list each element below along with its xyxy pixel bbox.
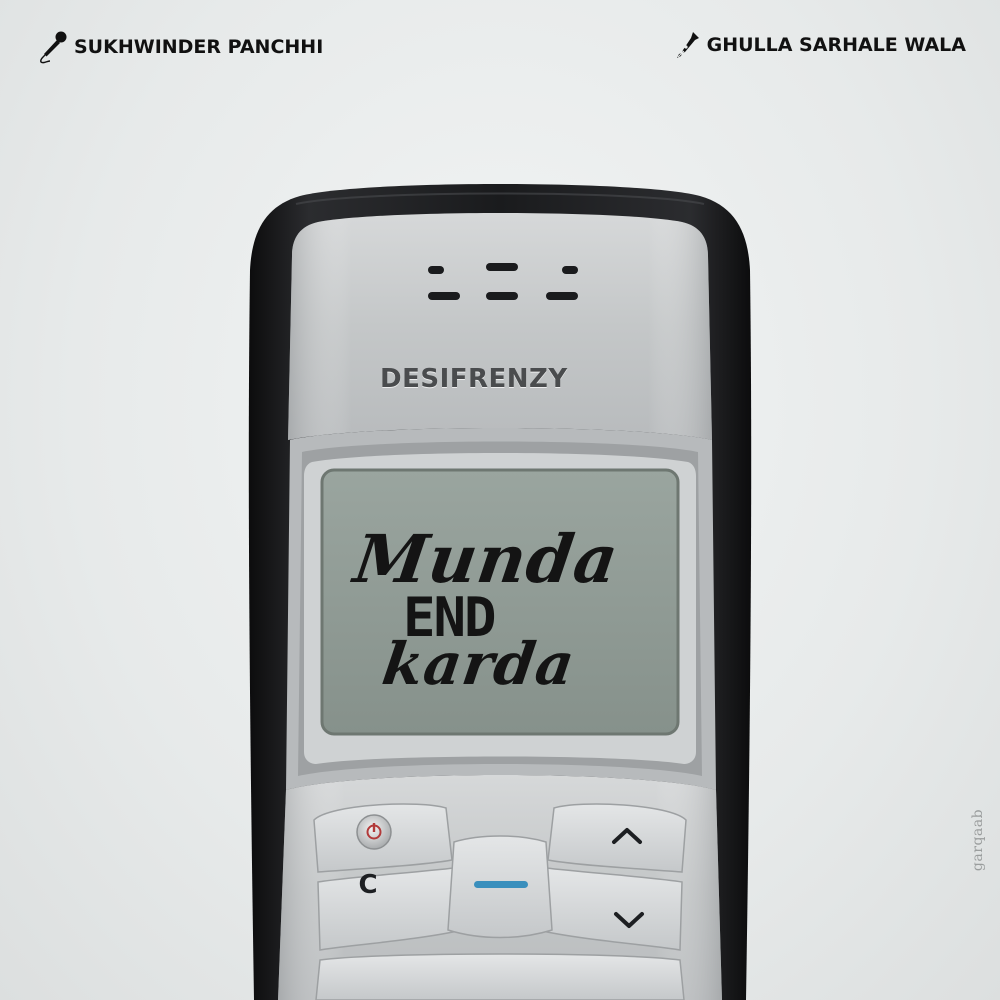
power-icon xyxy=(356,814,392,850)
watermark-text: garqaab xyxy=(970,808,986,872)
screen-title-line-3: karda xyxy=(378,630,580,698)
phone-brand-logo: DESIFRENZY xyxy=(380,364,568,394)
menu-dash-icon xyxy=(474,881,528,888)
album-cover: SUKHWINDER PANCHHI GHULLA SARHALE WALA D… xyxy=(0,0,1000,1000)
phone-screen: Munda END karda xyxy=(335,520,665,710)
phone-illustration xyxy=(248,184,752,1000)
watermark: garqaab xyxy=(966,790,990,890)
clear-key-label: C xyxy=(358,870,378,900)
